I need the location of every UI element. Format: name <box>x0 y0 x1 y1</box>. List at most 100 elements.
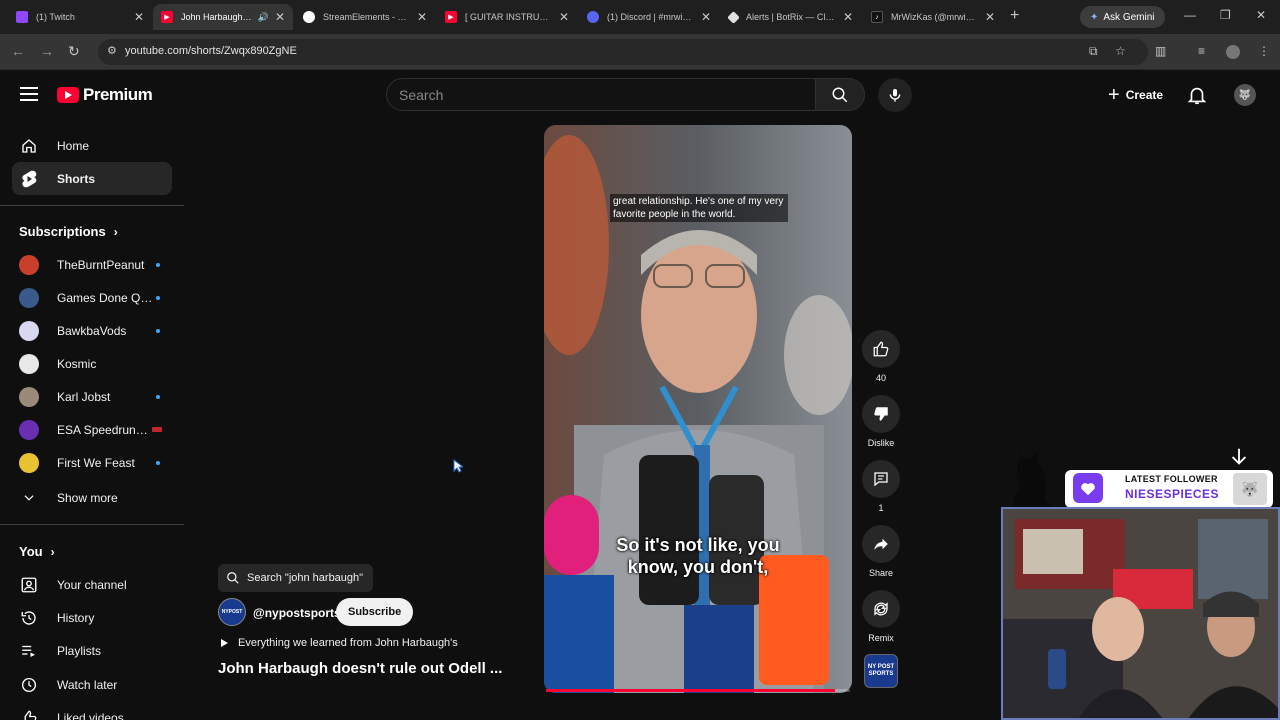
channel-handle[interactable]: @nypostsports <box>253 606 341 620</box>
close-tab-icon[interactable]: ✕ <box>843 10 853 24</box>
close-tab-icon[interactable]: ✕ <box>417 10 427 24</box>
url-text[interactable]: youtube.com/shorts/Zwqx890ZgNE <box>125 45 297 57</box>
sidebar-item-label: Playlists <box>57 643 102 658</box>
subscription-item[interactable]: Karl Jobst <box>12 380 172 413</box>
close-tab-icon[interactable]: ✕ <box>134 10 144 24</box>
forward-icon[interactable]: → <box>40 43 54 59</box>
restore-icon[interactable]: ❐ <box>1220 8 1231 22</box>
like-circle <box>862 330 900 368</box>
search-button[interactable] <box>815 78 865 111</box>
video-progress-bar[interactable] <box>546 689 850 692</box>
close-window-icon[interactable]: ✕ <box>1256 8 1266 22</box>
subscription-name: ESA Speedrunning <box>57 422 152 437</box>
sidebar-item-your-channel[interactable]: Your channel <box>12 568 172 601</box>
close-tab-icon[interactable]: ✕ <box>701 10 711 24</box>
tab-title: Alerts | BotRix — Cloud <box>746 12 837 22</box>
channel-icon <box>12 576 45 594</box>
minimize-icon[interactable]: — <box>1184 8 1196 22</box>
share-button[interactable]: Share <box>862 525 900 578</box>
channel-avatar[interactable]: NYPOST <box>218 598 246 626</box>
you-heading[interactable]: You › <box>19 544 55 559</box>
browser-tab-youtube-active[interactable]: ▶ John Harbaugh doesn't 🔊 ✕ <box>153 4 293 30</box>
dislike-button[interactable]: Dislike <box>862 395 900 448</box>
comment-count: 1 <box>878 503 884 513</box>
ask-gemini-button[interactable]: ✦ Ask Gemini <box>1080 6 1165 28</box>
sidebar-item-shorts[interactable]: Shorts <box>12 162 172 195</box>
browser-tab-tiktok[interactable]: ♪ MrWizKas (@mrwizkas) ✕ <box>863 4 1003 30</box>
webcam-feed-image <box>1003 509 1278 718</box>
subscriptions-heading[interactable]: Subscriptions › <box>19 224 118 239</box>
thumbs-down-icon <box>874 407 888 421</box>
subscription-item[interactable]: TheBurntPeanut <box>12 248 172 281</box>
close-tab-icon[interactable]: ✕ <box>275 10 285 24</box>
youtube-header: Premium + Create 🐺 <box>0 70 1280 120</box>
sidebar-panel-icon[interactable]: ▥ <box>1155 44 1166 58</box>
search-box <box>386 78 816 111</box>
show-more-button[interactable]: Show more <box>12 481 172 514</box>
browser-tab-twitch[interactable]: (1) Twitch ✕ <box>8 4 152 30</box>
profile-avatar-icon[interactable] <box>1226 45 1240 59</box>
site-settings-icon[interactable]: ⚙ <box>107 44 117 57</box>
subscription-item[interactable]: BawkbaVods <box>12 314 172 347</box>
media-controls-icon[interactable]: ≡ <box>1198 44 1205 58</box>
browser-menu-icon[interactable]: ⋮ <box>1258 44 1270 58</box>
sidebar-item-home[interactable]: Home <box>12 129 172 162</box>
short-title[interactable]: John Harbaugh doesn't rule out Odell ... <box>218 660 508 677</box>
browser-tab-guitar[interactable]: ▶ [ GUITAR INSTRUMENTAL ✕ <box>437 4 577 30</box>
speaker-icon[interactable]: 🔊 <box>258 12 269 23</box>
subscription-item[interactable]: Games Done Quick <box>12 281 172 314</box>
chevron-right-icon: › <box>50 544 55 559</box>
next-short-button[interactable] <box>1226 446 1252 473</box>
reload-icon[interactable]: ↻ <box>68 43 80 60</box>
tab-title: MrWizKas (@mrwizkas) <box>891 12 979 22</box>
browser-tab-botrix[interactable]: Alerts | BotRix — Cloud ✕ <box>721 4 861 30</box>
youtube-premium-logo[interactable]: Premium <box>57 85 153 105</box>
url-omnibox[interactable]: ⚙ youtube.com/shorts/Zwqx890ZgNE <box>98 39 1148 65</box>
sidebar-item-liked-videos[interactable]: Liked videos <box>12 701 172 720</box>
sidebar-item-playlists[interactable]: Playlists <box>12 634 172 667</box>
notifications-button[interactable] <box>1186 84 1208 111</box>
latest-follower-banner: LATEST FOLLOWER NIESESPIECES 🐺 <box>1065 470 1273 508</box>
menu-icon[interactable] <box>20 87 38 101</box>
ask-gemini-label: Ask Gemini <box>1103 11 1155 23</box>
search-icon <box>832 87 848 102</box>
subscription-item[interactable]: First We Feast <box>12 446 172 479</box>
back-icon[interactable]: ← <box>11 43 25 59</box>
channel-avatar <box>19 419 39 440</box>
voice-search-button[interactable] <box>878 78 912 112</box>
close-tab-icon[interactable]: ✕ <box>559 10 569 24</box>
sidebar-item-history[interactable]: History <box>12 601 172 634</box>
related-search-chip[interactable]: Search "john harbaugh" <box>218 564 374 592</box>
tab-title: (1) Twitch <box>36 12 75 22</box>
playlist-link[interactable]: Everything we learned from John Harbaugh… <box>218 637 458 649</box>
new-content-dot <box>156 460 160 465</box>
sidebar-item-label: Liked videos <box>57 710 124 720</box>
browser-tab-streamelements[interactable]: StreamElements - Dashboard ✕ <box>295 4 435 30</box>
subscribe-button[interactable]: Subscribe <box>336 598 414 626</box>
like-button[interactable]: 40 <box>862 330 900 383</box>
new-content-dot <box>156 394 160 399</box>
close-tab-icon[interactable]: ✕ <box>985 10 995 24</box>
search-input[interactable] <box>399 87 799 103</box>
playlists-icon <box>12 642 45 660</box>
subscription-name: First We Feast <box>57 455 135 470</box>
channel-thumbnail-button[interactable]: NY POST SPORTS <box>864 654 898 688</box>
video-progress-fill <box>546 689 835 692</box>
bookmark-star-icon[interactable]: ☆ <box>1115 44 1126 58</box>
create-button[interactable]: + Create <box>1096 82 1175 108</box>
comments-button[interactable]: 1 <box>862 460 900 513</box>
install-app-icon[interactable]: ⧉ <box>1089 44 1098 59</box>
new-tab-icon[interactable]: + <box>1010 7 1019 25</box>
remix-button[interactable]: Remix <box>862 590 900 643</box>
youtube-play-logo-icon <box>57 87 79 103</box>
subscription-item[interactable]: ESA Speedrunning <box>12 413 172 446</box>
history-icon <box>12 609 45 627</box>
sidebar-item-watch-later[interactable]: Watch later <box>12 668 172 701</box>
account-avatar[interactable]: 🐺 <box>1234 84 1256 106</box>
browser-tab-discord[interactable]: (1) Discord | #mrwizkas ✕ <box>579 4 719 30</box>
share-circle <box>862 525 900 563</box>
twitch-favicon-icon <box>16 11 28 23</box>
subscription-item[interactable]: Kosmic <box>12 347 172 380</box>
share-arrow-icon <box>874 538 888 550</box>
sidebar-divider <box>0 524 184 525</box>
